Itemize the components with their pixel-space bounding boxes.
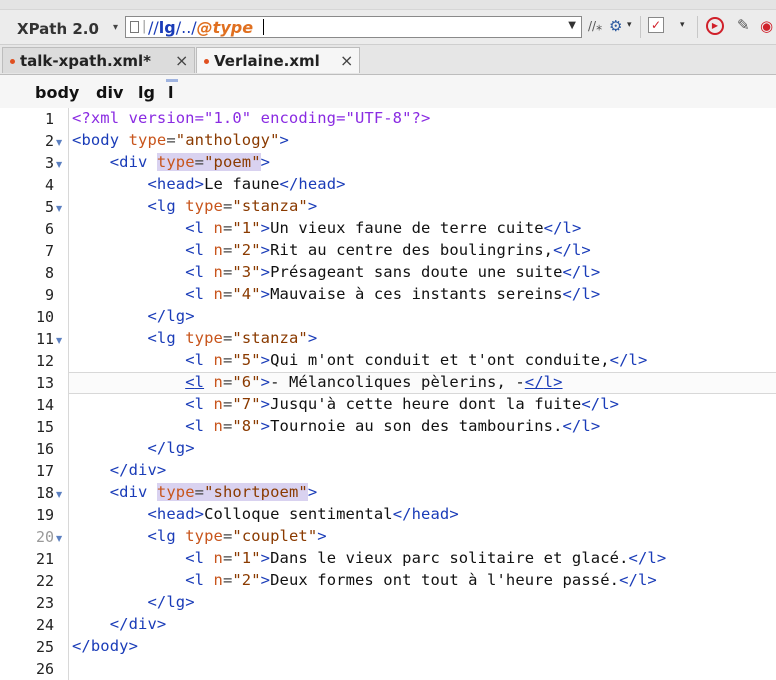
xpath-toolbar: XPath 2.0 ▾ | //lg/../@type ▼ //⁎ ⚙ ▾ ✓ … — [0, 0, 776, 45]
code-line[interactable]: 17 </div> — [0, 460, 776, 482]
code-line[interactable]: 2 ▼ <body type="anthology"> — [0, 130, 776, 152]
breadcrumb-l[interactable]: l — [168, 83, 173, 102]
fold-toggle-icon[interactable]: ▼ — [56, 138, 62, 147]
toolbar-separator — [697, 16, 698, 38]
editor-tab-bar: talk-xpath.xml* × Verlaine.xml × — [0, 45, 776, 75]
code-line[interactable]: 7 <l n="2">Rit au centre des boulingrins… — [0, 240, 776, 262]
code-line[interactable]: 6 <l n="1">Un vieux faune de terre cuite… — [0, 218, 776, 240]
run-transform-icon[interactable]: ▶ — [706, 17, 724, 35]
xpath-match-highlight: type="poem" — [156, 153, 261, 171]
code-line[interactable]: 24 </div> — [0, 614, 776, 636]
breadcrumb-body[interactable]: body — [35, 83, 79, 102]
breadcrumb-div[interactable]: div — [96, 83, 123, 102]
validate-icon[interactable]: ✓ — [648, 17, 664, 33]
code-line[interactable]: 10 </lg> — [0, 306, 776, 328]
fold-toggle-icon[interactable]: ▼ — [56, 534, 62, 543]
fold-toggle-icon[interactable]: ▼ — [56, 160, 62, 169]
modified-dot-icon — [10, 59, 15, 64]
code-line[interactable]: 22 <l n="2">Deux formes ont tout à l'heu… — [0, 570, 776, 592]
code-line[interactable]: 23 </lg> — [0, 592, 776, 614]
toolbar-top-strip — [0, 0, 776, 10]
code-line[interactable]: 12 <l n="5">Qui m'ont conduit et t'ont c… — [0, 350, 776, 372]
fold-toggle-icon[interactable]: ▼ — [56, 490, 62, 499]
xpath-expression-input[interactable]: | //lg/../@type ▼ — [125, 16, 582, 38]
separator: | — [142, 19, 147, 34]
code-line[interactable]: 21 <l n="1">Dans le vieux parc solitaire… — [0, 548, 776, 570]
configure-transform-icon[interactable]: ✎ — [737, 16, 750, 34]
code-line[interactable]: 4 <head>Le faune</head> — [0, 174, 776, 196]
settings-gear-icon[interactable]: ⚙ — [609, 17, 622, 35]
code-line[interactable]: 19 <head>Colloque sentimental</head> — [0, 504, 776, 526]
breadcrumb: body div lg l — [0, 75, 776, 109]
breadcrumb-current-marker — [166, 79, 178, 82]
fold-toggle-icon[interactable]: ▼ — [56, 204, 62, 213]
code-line[interactable]: 3 ▼ <div type="poem"> — [0, 152, 776, 174]
tab-talk-xpath[interactable]: talk-xpath.xml* × — [2, 47, 195, 73]
xpath-expression: //lg/../@type — [148, 18, 254, 37]
close-icon[interactable]: × — [175, 48, 188, 74]
code-line[interactable]: 14 <l n="7">Jusqu'à cette heure dont la … — [0, 394, 776, 416]
validate-dropdown-icon[interactable]: ▾ — [680, 20, 685, 30]
code-line-current[interactable]: 13 <l n="6">- Mélancoliques pèlerins, -<… — [0, 372, 776, 394]
code-line[interactable]: 26 — [0, 658, 776, 680]
code-line[interactable]: 5 ▼ <lg type="stanza"> — [0, 196, 776, 218]
chevron-down-icon[interactable]: ▾ — [113, 22, 118, 33]
code-line[interactable]: 8 <l n="3">Présageant sans doute une sui… — [0, 262, 776, 284]
xpath-match-highlight: type="shortpoem" — [156, 483, 308, 501]
document-icon — [130, 21, 139, 33]
tab-verlaine[interactable]: Verlaine.xml × — [196, 47, 360, 73]
text-caret — [263, 19, 264, 35]
code-line[interactable]: 15 <l n="8">Tournoie au son des tambouri… — [0, 416, 776, 438]
code-line[interactable]: 1 <?xml version="1.0" encoding="UTF-8"?> — [0, 108, 776, 130]
settings-dropdown-icon[interactable]: ▾ — [627, 20, 632, 30]
code-line[interactable]: 16 </lg> — [0, 438, 776, 460]
code-line[interactable]: 20 ▼ <lg type="couplet"> — [0, 526, 776, 548]
fold-toggle-icon[interactable]: ▼ — [56, 336, 62, 345]
history-dropdown-icon[interactable]: ▼ — [568, 20, 576, 31]
xml-editor[interactable]: 1 <?xml version="1.0" encoding="UTF-8"?>… — [0, 108, 776, 680]
toolbar-separator — [640, 16, 641, 38]
regex-options-icon[interactable]: //⁎ — [588, 19, 602, 33]
code-line[interactable]: 11 ▼ <lg type="stanza"> — [0, 328, 776, 350]
code-line[interactable]: 9 <l n="4">Mauvaise à ces instants serei… — [0, 284, 776, 306]
breadcrumb-lg[interactable]: lg — [138, 83, 155, 102]
code-line[interactable]: 25 </body> — [0, 636, 776, 658]
modified-dot-icon — [204, 59, 209, 64]
code-line[interactable]: 18 ▼ <div type="shortpoem"> — [0, 482, 776, 504]
xpath-version-selector[interactable]: XPath 2.0 — [17, 20, 99, 38]
debug-icon[interactable]: ◉ — [760, 17, 773, 35]
close-icon[interactable]: × — [340, 48, 353, 74]
